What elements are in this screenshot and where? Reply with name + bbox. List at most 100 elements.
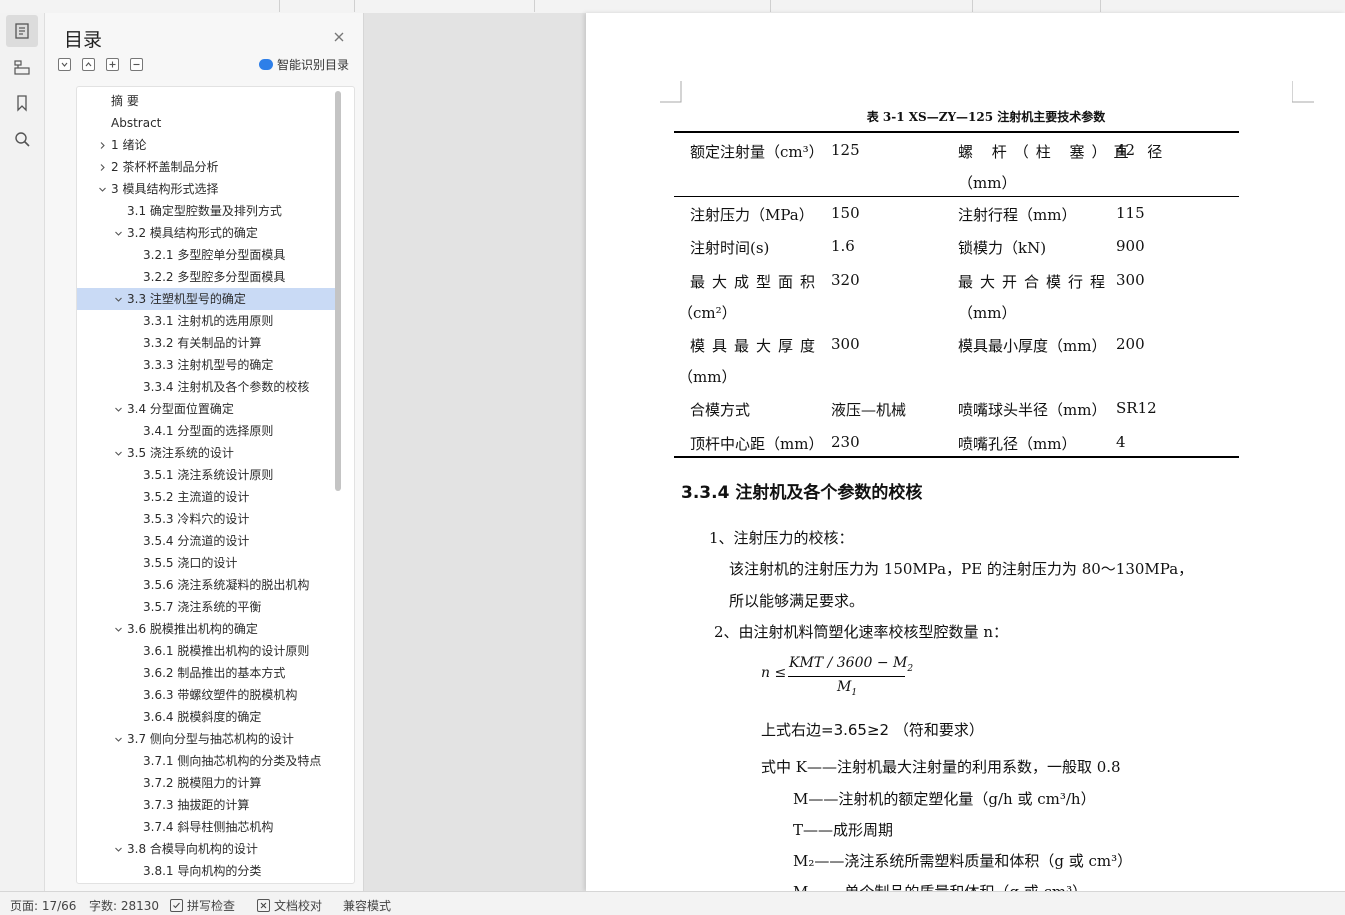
page-indicator-label: 页面: 17/66 bbox=[10, 899, 77, 913]
toc-item[interactable]: 3.7.3 抽拔距的计算 bbox=[77, 794, 337, 816]
table-cell: 230 bbox=[831, 433, 860, 451]
table-cell: （mm） bbox=[678, 368, 737, 386]
formula-numerator-text: KMT / 3600 − M bbox=[789, 655, 908, 671]
chevron-down-icon[interactable] bbox=[113, 398, 123, 420]
toc-item[interactable]: 3.3 注塑机型号的确定 bbox=[77, 288, 337, 310]
spell-check-button[interactable]: 拼写检查 bbox=[170, 897, 235, 914]
toc-item[interactable]: 3.3.4 注射机及各个参数的校核 bbox=[77, 376, 337, 398]
toc-item[interactable]: 3.7.4 斜导柱侧抽芯机构 bbox=[77, 816, 337, 838]
toc-item[interactable]: 3.7.1 侧向抽芯机构的分类及特点 bbox=[77, 750, 337, 772]
toc-item[interactable]: 3.5.5 浇口的设计 bbox=[77, 552, 337, 574]
add-heading-button[interactable] bbox=[106, 58, 119, 71]
page-corner-mark bbox=[1292, 81, 1314, 103]
chevron-down-icon[interactable] bbox=[113, 728, 123, 750]
toc-item[interactable]: 3.5.2 主流道的设计 bbox=[77, 486, 337, 508]
table-cell: SR12 bbox=[1116, 399, 1157, 417]
toc-item[interactable]: Abstract bbox=[77, 112, 337, 134]
toc-item[interactable]: 3.6.1 脱模推出机构的设计原则 bbox=[77, 640, 337, 662]
strip-separator bbox=[279, 0, 280, 12]
page-indicator[interactable]: 页面: 17/66 bbox=[10, 897, 76, 914]
chapter-nav-button[interactable] bbox=[6, 51, 38, 83]
toc-item[interactable]: 3.4 分型面位置确定 bbox=[77, 398, 337, 420]
chevron-down-icon[interactable] bbox=[113, 442, 123, 464]
bookmark-button[interactable] bbox=[6, 87, 38, 119]
document-page[interactable]: 表 3-1 XS—ZY—125 注射机主要技术参数 额定注射量（cm³） 125… bbox=[586, 13, 1345, 891]
toc-item-label: 3.2.1 多型腔单分型面模具 bbox=[143, 248, 286, 262]
toc-item[interactable]: 3.3.2 有关制品的计算 bbox=[77, 332, 337, 354]
toc-panel-title: 目录 bbox=[64, 29, 103, 51]
toc-item[interactable]: 3.5 浇注系统的设计 bbox=[77, 442, 337, 464]
toc-item[interactable]: 3.2.1 多型腔单分型面模具 bbox=[77, 244, 337, 266]
toc-item[interactable]: 3.2 模具结构形式的确定 bbox=[77, 222, 337, 244]
toc-panel: 目录 智能识别目录 摘 要 Abstract 1 绪论 2 茶杯杯盖制品分析 3 模具结… bbox=[45, 13, 364, 891]
toc-item[interactable]: 3.5.1 浇注系统设计原则 bbox=[77, 464, 337, 486]
toc-item[interactable]: 1 绪论 bbox=[77, 134, 337, 156]
toc-item[interactable]: 3.7.2 脱模阻力的计算 bbox=[77, 772, 337, 794]
toc-panel-button[interactable] bbox=[6, 15, 38, 47]
toc-item-label: 3.7.2 脱模阻力的计算 bbox=[143, 776, 262, 790]
toc-item-label: 3.5.5 浇口的设计 bbox=[143, 556, 238, 570]
search-button[interactable] bbox=[6, 123, 38, 155]
toc-item-label: 3.8.1 导向机构的分类 bbox=[143, 864, 262, 878]
toc-item[interactable]: 3.5.3 冷料穴的设计 bbox=[77, 508, 337, 530]
smart-toc-button[interactable]: 智能识别目录 bbox=[259, 56, 349, 73]
close-icon[interactable] bbox=[332, 30, 346, 44]
toc-item[interactable]: 3.5.6 浇注系统凝料的脱出机构 bbox=[77, 574, 337, 596]
toc-item[interactable]: 3.2.2 多型腔多分型面模具 bbox=[77, 266, 337, 288]
toc-item[interactable]: 3.6.3 带螺纹塑件的脱模机构 bbox=[77, 684, 337, 706]
chevron-down-icon[interactable] bbox=[113, 838, 123, 860]
table-cell: 320 bbox=[831, 271, 860, 289]
collapse-all-button[interactable] bbox=[82, 58, 95, 71]
formula-denominator-text: M bbox=[837, 679, 852, 695]
table-cell: 125 bbox=[831, 141, 860, 159]
word-count[interactable]: 字数: 28130 bbox=[89, 897, 159, 914]
toc-item[interactable]: 3.4.1 分型面的选择原则 bbox=[77, 420, 337, 442]
toc-item[interactable]: 摘 要 bbox=[77, 90, 337, 112]
toc-item[interactable]: 3.8.1 导向机构的分类 bbox=[77, 860, 337, 882]
table-cell: 4 bbox=[1116, 433, 1126, 451]
toc-item-label: 3.6.1 脱模推出机构的设计原则 bbox=[143, 644, 310, 658]
toc-item-label: 3.5.1 浇注系统设计原则 bbox=[143, 468, 274, 482]
minus-icon bbox=[133, 63, 140, 66]
table-cell: 额定注射量（cm³） bbox=[690, 143, 824, 161]
toc-item[interactable]: 3.7 侧向分型与抽芯机构的设计 bbox=[77, 728, 337, 750]
chevron-down-icon[interactable] bbox=[113, 618, 123, 640]
toc-item-label: 3.7.4 斜导柱侧抽芯机构 bbox=[143, 820, 274, 834]
toc-scrollbar-thumb[interactable] bbox=[335, 91, 341, 491]
toc-item[interactable]: 3.3.3 注射机型号的确定 bbox=[77, 354, 337, 376]
chevron-down-icon[interactable] bbox=[113, 222, 123, 244]
toc-item[interactable]: 3.6.4 脱模斜度的确定 bbox=[77, 706, 337, 728]
toc-item-label: 3.2 模具结构形式的确定 bbox=[127, 226, 258, 240]
remove-heading-button[interactable] bbox=[130, 58, 143, 71]
toc-item[interactable]: 3.1 确定型腔数量及排列方式 bbox=[77, 200, 337, 222]
toc-item[interactable]: 3.6 脱模推出机构的确定 bbox=[77, 618, 337, 640]
word-count-label: 字数: 28130 bbox=[89, 899, 160, 913]
chevron-right-icon[interactable] bbox=[97, 156, 107, 178]
toc-item[interactable]: 3.8 合模导向机构的设计 bbox=[77, 838, 337, 860]
table-cell: 200 bbox=[1116, 335, 1145, 353]
doc-proof-button[interactable]: 文档校对 bbox=[257, 897, 322, 914]
toc-item-label: 3.7.3 抽拔距的计算 bbox=[143, 798, 250, 812]
expand-all-button[interactable] bbox=[58, 58, 71, 71]
toc-item-label: 3.3.1 注射机的选用原则 bbox=[143, 314, 274, 328]
chevron-down-icon[interactable] bbox=[97, 178, 107, 200]
toc-item-label: 3.5.2 主流道的设计 bbox=[143, 490, 250, 504]
paragraph-line: M₁——单个制品的质量和体积（g 或 cm³） bbox=[793, 881, 1087, 891]
formula-numerator: KMT / 3600 − M2 bbox=[789, 655, 913, 674]
toc-item[interactable]: 3.3.1 注射机的选用原则 bbox=[77, 310, 337, 332]
table-top-rule bbox=[674, 131, 1239, 133]
table-cell: 42 bbox=[1116, 141, 1136, 159]
table-cell: 300 bbox=[831, 335, 860, 353]
paragraph-line: M——注射机的额定塑化量（g/h 或 cm³/h） bbox=[793, 790, 1096, 808]
paragraph-line: 所以能够满足要求。 bbox=[729, 592, 865, 610]
search-icon bbox=[15, 132, 30, 147]
toc-item[interactable]: 3.5.4 分流道的设计 bbox=[77, 530, 337, 552]
chevron-right-icon[interactable] bbox=[97, 134, 107, 156]
toc-item[interactable]: 3.6.2 制品推出的基本方式 bbox=[77, 662, 337, 684]
top-toolbar-strip bbox=[0, 0, 1345, 14]
toc-item[interactable]: 3.5.7 浇注系统的平衡 bbox=[77, 596, 337, 618]
toc-item[interactable]: 3 模具结构形式选择 bbox=[77, 178, 337, 200]
toc-item[interactable]: 2 茶杯杯盖制品分析 bbox=[77, 156, 337, 178]
spell-check-icon bbox=[170, 899, 183, 912]
chevron-down-icon[interactable] bbox=[113, 288, 123, 310]
